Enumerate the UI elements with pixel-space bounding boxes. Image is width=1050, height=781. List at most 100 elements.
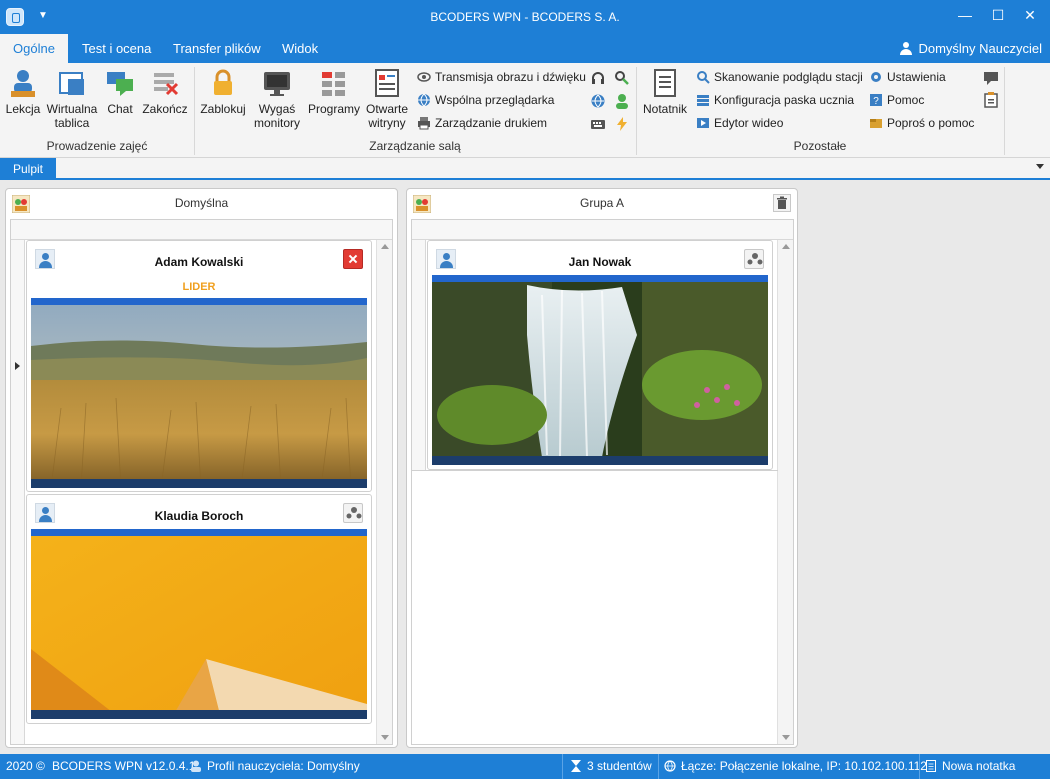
remote-icon[interactable]	[614, 70, 630, 86]
student-name: Adam Kowalski	[154, 255, 244, 269]
student-card-klaudia-boroch[interactable]: Klaudia Boroch	[26, 494, 372, 724]
web-filter-icon[interactable]	[590, 93, 606, 109]
copyright: 2020 ©	[6, 759, 45, 773]
scroll-down-icon[interactable]	[381, 735, 389, 740]
monitors-off-button[interactable]: Wygaś monitory	[250, 67, 304, 130]
scan-icon	[696, 70, 710, 84]
scroll-up-icon[interactable]	[381, 244, 389, 249]
scrollbar[interactable]	[376, 240, 392, 744]
monitors-off-label: Wygaś monitory	[253, 102, 300, 130]
students-grid: Jan Nowak	[411, 219, 794, 745]
chevron-down-icon[interactable]	[1036, 164, 1044, 169]
open-websites-button[interactable]: Otwarte witryny	[364, 67, 410, 130]
headphones-icon[interactable]	[590, 70, 606, 86]
group-members-button[interactable]	[343, 503, 363, 523]
group-members-button[interactable]	[744, 249, 764, 269]
students-grid: Adam Kowalski LIDER Klaudia Boroch	[10, 219, 393, 745]
screen-thumbnail[interactable]	[432, 275, 768, 465]
message-icon[interactable]	[983, 70, 999, 86]
video-editor-button[interactable]: Edytor wideo	[696, 113, 783, 133]
chat-label: Chat	[107, 102, 133, 116]
student-card-jan-nowak[interactable]: Jan Nowak	[427, 240, 773, 470]
power-icon[interactable]	[614, 116, 630, 132]
tab-transfer-plikow[interactable]: Transfer plików	[159, 34, 275, 63]
scan-preview-label: Skanowanie podglądu stacji	[714, 70, 863, 84]
connection-label: Łącze: Połączenie lokalne, IP: 10.102.10…	[681, 759, 927, 773]
delete-group-button[interactable]	[773, 194, 791, 212]
globe-icon	[664, 756, 676, 772]
group-label-other: Pozostałe	[793, 139, 847, 153]
eye-icon	[417, 70, 431, 84]
student-count: 3 studentów	[570, 754, 652, 779]
scrollbar[interactable]	[777, 240, 793, 744]
tab-widok[interactable]: Widok	[268, 34, 332, 63]
programs-icon	[318, 67, 350, 99]
minimize-button[interactable]: —	[953, 4, 977, 26]
open-websites-label: Otwarte witryny	[365, 102, 408, 130]
group-panel-domyslna: Domyślna Adam Kowalski LIDER Klaudia Bor…	[5, 188, 398, 748]
help-icon: ?	[869, 93, 883, 107]
av-broadcast-button[interactable]: Transmisja obrazu i dźwięku	[417, 67, 586, 87]
row-header	[11, 240, 25, 744]
hourglass-icon	[570, 756, 582, 772]
workspace: Domyślna Adam Kowalski LIDER Klaudia Bor…	[0, 180, 1050, 754]
settings-button[interactable]: Ustawienia	[869, 67, 946, 87]
window-title: BCODERS WPN - BCODERS S. A.	[430, 10, 620, 24]
screen-thumbnail[interactable]	[31, 298, 367, 488]
status-bar: 2020 © BCODERS WPN v12.0.4.1 Profil nauc…	[0, 754, 1050, 779]
av-broadcast-label: Transmisja obrazu i dźwięku	[435, 70, 586, 84]
end-lesson-button[interactable]: Zakończ	[140, 67, 190, 116]
student-card-adam-kowalski[interactable]: Adam Kowalski LIDER	[26, 240, 372, 492]
shared-browser-label: Wspólna przeglądarka	[435, 93, 555, 107]
chat-button[interactable]: Chat	[103, 67, 137, 116]
user-green-icon[interactable]	[614, 93, 630, 109]
programs-button[interactable]: Programy	[306, 67, 362, 116]
svg-text:?: ?	[873, 96, 879, 107]
video-editor-label: Edytor wideo	[714, 116, 784, 130]
group-title: Domyślna	[174, 196, 229, 210]
student-count-label: 3 studentów	[587, 759, 652, 773]
lesson-button[interactable]: Lekcja	[4, 67, 42, 116]
tab-test-i-ocena[interactable]: Test i ocena	[68, 34, 165, 63]
help-label: Pomoc	[887, 93, 925, 107]
globe-icon	[417, 93, 431, 107]
lock-button[interactable]: Zablokuj	[198, 67, 248, 116]
help-button[interactable]: ? Pomoc	[869, 90, 924, 110]
tab-ogolne[interactable]: Ogólne	[0, 34, 68, 63]
clipboard-icon[interactable]	[983, 92, 999, 108]
view-tabs: Pulpit	[0, 158, 1050, 180]
student-bar-config-button[interactable]: Konfiguracja paska ucznia	[696, 90, 854, 110]
print-management-button[interactable]: Zarządzanie drukiem	[417, 113, 547, 133]
grid-header	[11, 220, 392, 240]
shared-browser-button[interactable]: Wspólna przeglądarka	[417, 90, 554, 110]
scroll-up-icon[interactable]	[782, 244, 790, 249]
close-button[interactable]: ✕	[1018, 4, 1042, 26]
gear-icon	[869, 70, 883, 84]
whiteboard-label: Wirtualna tablica	[46, 102, 98, 130]
group-members-icon	[346, 507, 362, 519]
request-help-label: Poproś o pomoc	[887, 116, 975, 130]
virtual-whiteboard-button[interactable]: Wirtualna tablica	[44, 67, 100, 130]
maximize-button[interactable]: ☐	[986, 4, 1010, 26]
teacher-profile[interactable]: Profil nauczyciela: Domyślny	[190, 754, 360, 779]
keyboard-icon[interactable]	[590, 116, 606, 132]
trash-icon	[777, 196, 787, 209]
remove-student-button[interactable]	[343, 249, 363, 269]
student-bar-config-label: Konfiguracja paska ucznia	[714, 93, 855, 107]
video-editor-icon	[696, 116, 710, 130]
leader-badge: LIDER	[182, 281, 216, 293]
notepad-button[interactable]: Notatnik	[640, 67, 690, 116]
current-user[interactable]: Domyślny Nauczyciel	[900, 34, 1042, 63]
scan-preview-button[interactable]: Skanowanie podglądu stacji	[696, 67, 863, 87]
printer-icon	[417, 116, 431, 130]
lesson-label: Lekcja	[5, 102, 41, 116]
grid-row-divider	[412, 470, 778, 471]
group-title: Grupa A	[579, 196, 625, 210]
tab-pulpit[interactable]: Pulpit	[0, 158, 56, 180]
new-note-button[interactable]: Nowa notatka	[925, 754, 1015, 779]
scroll-down-icon[interactable]	[782, 735, 790, 740]
request-help-button[interactable]: Poproś o pomoc	[869, 113, 974, 133]
group-label-room: Zarządzanie salą	[369, 139, 461, 153]
current-row-icon	[15, 362, 20, 370]
screen-thumbnail[interactable]	[31, 529, 367, 719]
